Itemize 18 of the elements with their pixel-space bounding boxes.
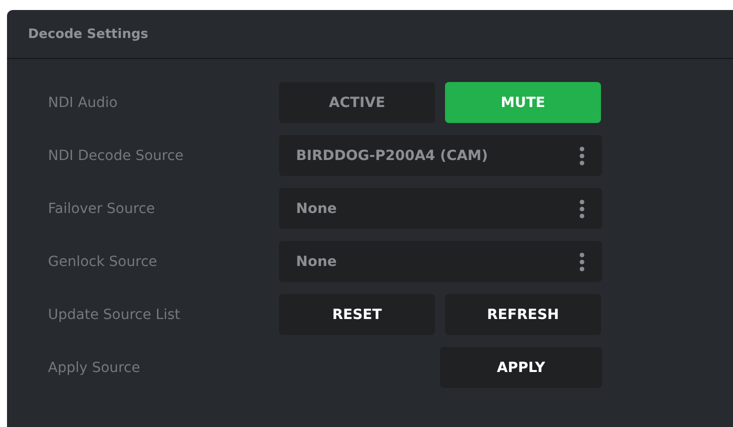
setting-label: NDI Audio	[48, 94, 119, 110]
action-button[interactable]: RESET	[279, 294, 435, 335]
setting-label: Failover Source	[48, 200, 156, 216]
action-button[interactable]: REFRESH	[445, 294, 601, 335]
more-icon	[579, 198, 585, 218]
source-dropdown[interactable]: None	[279, 188, 602, 229]
more-icon	[579, 146, 585, 166]
setting-label: NDI Decode Source	[48, 148, 185, 164]
setting-label: Apply Source	[48, 360, 142, 376]
setting-label: Genlock Source	[48, 254, 158, 270]
panel-title: Decode Settings	[28, 26, 148, 42]
apply-button[interactable]: APPLY	[440, 347, 602, 388]
toggle-button[interactable]: ACTIVE	[279, 82, 435, 123]
source-dropdown[interactable]: None	[279, 241, 602, 282]
setting-label: Update Source List	[48, 306, 182, 322]
more-icon	[579, 252, 585, 272]
toggle-button[interactable]: MUTE	[445, 82, 601, 123]
source-dropdown[interactable]: BIRDDOG-P200A4 (CAM)	[279, 135, 602, 176]
